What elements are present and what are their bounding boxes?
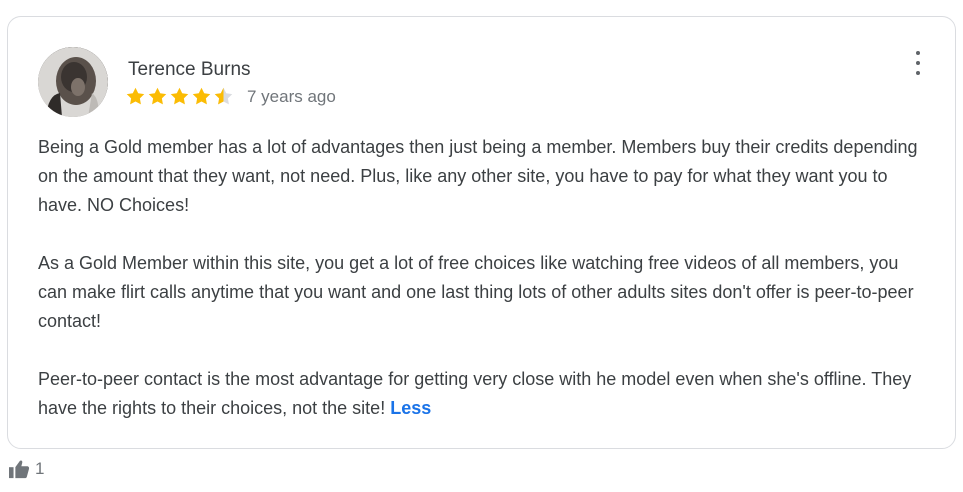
like-count: 1 — [35, 459, 45, 478]
more-vertical-icon-dot — [916, 71, 920, 75]
more-vertical-icon-dot — [916, 61, 920, 65]
thumbs-up-icon[interactable] — [8, 459, 30, 479]
avatar-photo — [38, 47, 108, 117]
star-icon — [148, 87, 167, 105]
half-star-icon — [214, 87, 233, 105]
review-paragraph: As a Gold Member within this site, you g… — [38, 253, 914, 331]
review-text: Being a Gold member has a lot of advanta… — [38, 133, 928, 423]
star-rating — [125, 86, 234, 107]
less-link[interactable]: Less — [390, 398, 431, 418]
review-paragraph-text: Peer-to-peer contact is the most advanta… — [38, 369, 912, 418]
review-paragraph-last: Peer-to-peer contact is the most advanta… — [38, 365, 928, 423]
review-time: 7 years ago — [247, 87, 336, 106]
author-name[interactable]: Terence Burns — [128, 59, 251, 81]
review-paragraph: Being a Gold member has a lot of advanta… — [38, 137, 918, 215]
like-area[interactable]: 1 — [8, 459, 44, 479]
star-icon — [170, 87, 189, 105]
avatar[interactable] — [38, 47, 108, 117]
more-vertical-icon — [916, 51, 920, 55]
star-icon — [192, 87, 211, 105]
review-card: Terence Burns 7 years ago Being a Gold m… — [7, 16, 956, 449]
star-icon — [126, 87, 145, 105]
more-options-button[interactable] — [913, 51, 923, 75]
